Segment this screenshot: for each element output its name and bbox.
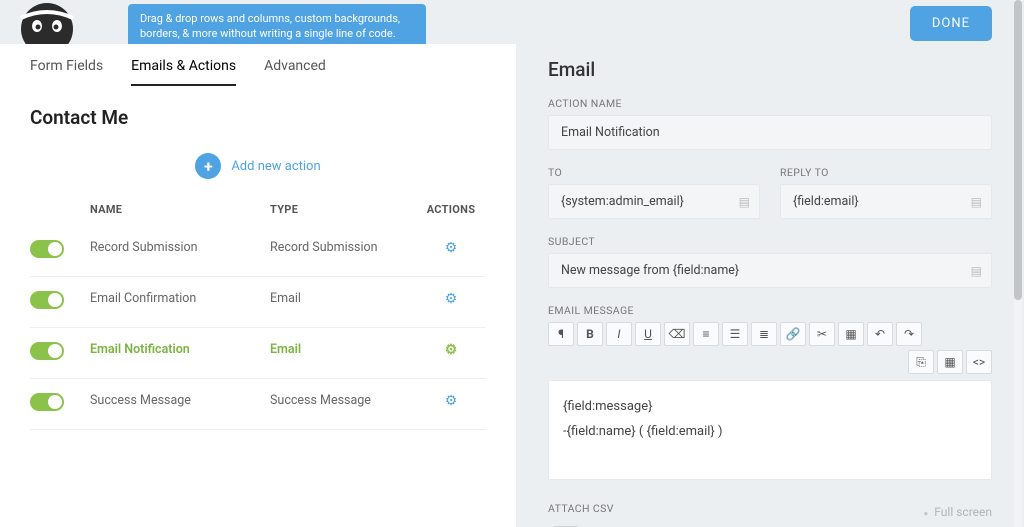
col-actions-header: ACTIONS (416, 197, 486, 226)
unlink-icon[interactable]: ✂ (809, 322, 835, 346)
to-input[interactable] (548, 184, 760, 219)
col-type-header: TYPE (270, 197, 416, 226)
unordered-list-icon[interactable]: ☰ (722, 322, 748, 346)
settings-tabs: Form Fields Emails & Actions Advanced (30, 44, 486, 86)
toggle-switch[interactable] (30, 342, 64, 360)
tab-advanced[interactable]: Advanced (264, 58, 326, 86)
col-name-header: NAME (90, 197, 270, 226)
action-name: Record Submission (90, 226, 270, 277)
actions-table: NAME TYPE ACTIONS Record Submission Reco… (30, 197, 486, 430)
underline-icon[interactable]: U (635, 322, 661, 346)
link-icon[interactable]: 🔗 (780, 322, 806, 346)
align-icon[interactable]: ≣ (751, 322, 777, 346)
gear-icon[interactable]: ⚙ (445, 291, 458, 307)
redo-icon[interactable]: ↷ (896, 322, 922, 346)
action-name-input[interactable] (548, 115, 992, 150)
left-panel: Form Fields Emails & Actions Advanced Co… (0, 44, 516, 527)
action-type: Record Submission (270, 226, 416, 277)
editor-line: -{field:name} ( {field:email} ) (563, 420, 977, 445)
gear-icon[interactable]: ⚙ (445, 393, 458, 409)
label-to: TO (548, 166, 760, 179)
label-reply-to: REPLY TO (780, 166, 992, 179)
tab-emails-actions[interactable]: Emails & Actions (131, 58, 236, 86)
link-remove-icon[interactable]: ⌫ (664, 322, 690, 346)
action-type: Email (270, 277, 416, 328)
panel-title: Email (548, 58, 992, 81)
table-icon[interactable]: ▦ (838, 322, 864, 346)
toggle-switch[interactable] (30, 291, 64, 309)
help-tooltip: Drag & drop rows and columns, custom bac… (128, 4, 426, 50)
plus-icon: + (195, 153, 221, 179)
table-row[interactable]: Record Submission Record Submission ⚙ (30, 226, 486, 277)
action-name: Email Confirmation (90, 277, 270, 328)
add-action-label: Add new action (231, 159, 320, 174)
merge-tag-icon[interactable]: ▤ (971, 264, 982, 278)
toggle-switch[interactable] (30, 393, 64, 411)
editor-line: {field:message} (563, 395, 977, 420)
italic-icon[interactable]: I (606, 322, 632, 346)
bold-icon[interactable]: B (577, 322, 603, 346)
gear-icon[interactable]: ⚙ (445, 342, 458, 358)
fullscreen-button[interactable]: Full screen (923, 505, 992, 519)
toggle-switch[interactable] (30, 240, 64, 258)
table-row[interactable]: Email Notification Email ⚙ (30, 328, 486, 379)
gear-icon[interactable]: ⚙ (445, 240, 458, 256)
app-logo (18, 0, 76, 44)
action-type: Success Message (270, 379, 416, 430)
label-action-name: ACTION NAME (548, 97, 992, 110)
page-scrollbar[interactable] (1014, 0, 1022, 527)
ordered-list-icon[interactable]: ≡ (693, 322, 719, 346)
reply-to-input[interactable] (780, 184, 992, 219)
grid-icon[interactable]: ▦ (937, 350, 963, 374)
code-icon[interactable]: <> (966, 350, 992, 374)
subject-input[interactable] (548, 253, 992, 288)
right-panel: Email ACTION NAME TO ▤ REPLY TO ▤ SUBJEC… (516, 44, 1024, 527)
page-title: Contact Me (30, 106, 486, 129)
editor-toolbar: ¶ B I U ⌫ ≡ ☰ ≣ 🔗 ✂ ▦ ↶ ↷ (548, 322, 992, 346)
table-row[interactable]: Success Message Success Message ⚙ (30, 379, 486, 430)
paragraph-icon[interactable]: ¶ (548, 322, 574, 346)
undo-icon[interactable]: ↶ (867, 322, 893, 346)
email-message-editor[interactable]: {field:message} -{field:name} ( {field:e… (548, 380, 992, 480)
media-icon[interactable]: ⎘ (908, 350, 934, 374)
label-email-message: EMAIL MESSAGE (548, 304, 992, 317)
label-subject: SUBJECT (548, 235, 992, 248)
action-type: Email (270, 328, 416, 379)
add-new-action[interactable]: + Add new action (30, 153, 486, 179)
action-name: Success Message (90, 379, 270, 430)
editor-toolbar-secondary: ⎘ ▦ <> (548, 350, 992, 374)
table-row[interactable]: Email Confirmation Email ⚙ (30, 277, 486, 328)
merge-tag-icon[interactable]: ▤ (739, 195, 750, 209)
action-name: Email Notification (90, 328, 270, 379)
merge-tag-icon[interactable]: ▤ (971, 195, 982, 209)
done-button[interactable]: DONE (910, 6, 992, 41)
tab-form-fields[interactable]: Form Fields (30, 58, 103, 86)
